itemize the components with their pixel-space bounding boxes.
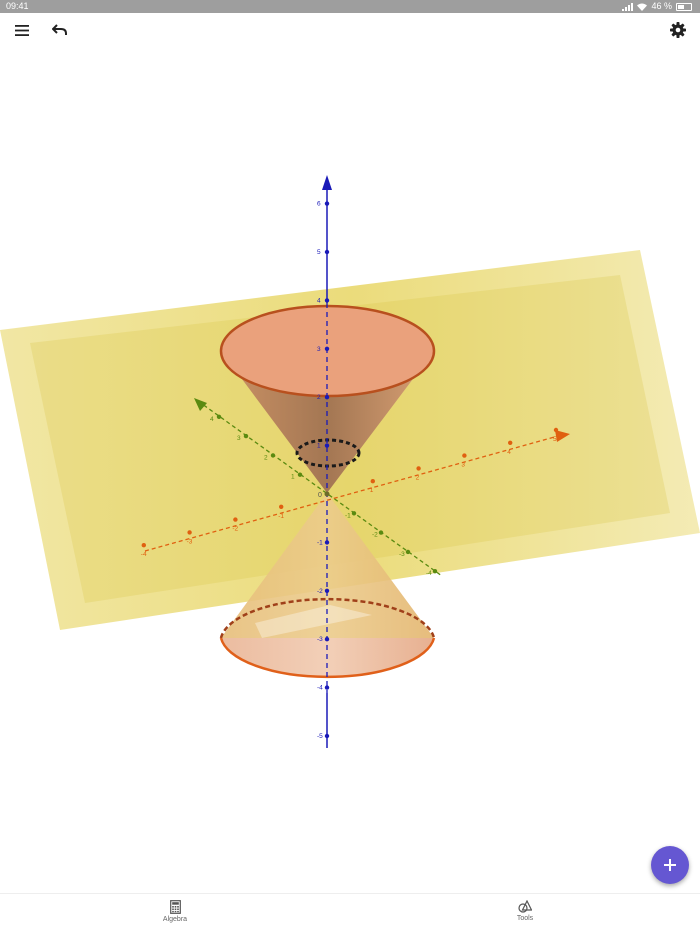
x-axis-tick-label: 4 — [507, 449, 511, 456]
z-axis-tick — [324, 685, 330, 690]
z-axis-tick-label: -2 — [317, 588, 323, 595]
x-axis-tick — [187, 530, 192, 535]
x-axis-tick-label: 2 — [416, 474, 420, 481]
x-axis-tick — [416, 466, 421, 471]
y-axis-tick — [270, 453, 276, 458]
origin-label: 0 — [318, 492, 322, 499]
z-axis-tick-label: 1 — [317, 443, 321, 450]
z-axis-tick-label: -4 — [317, 685, 323, 692]
z-axis-tick — [324, 201, 330, 206]
origin-point — [324, 491, 330, 497]
z-axis-tick — [324, 395, 330, 400]
status-bar: 09:41 46 % — [0, 0, 700, 13]
x-axis-tick — [553, 427, 559, 433]
z-axis-tick-label: -1 — [317, 539, 323, 546]
battery-percent: 46 % — [651, 1, 672, 11]
x-axis-tick — [233, 517, 238, 522]
x-axis-tick — [462, 453, 467, 458]
x-axis-tick-label: -4 — [141, 551, 147, 558]
x-axis-tick-label: -1 — [278, 513, 284, 520]
battery-icon — [676, 2, 692, 11]
y-axis-tick-label: -3 — [399, 551, 405, 558]
z-axis-tick-label: 5 — [317, 249, 321, 256]
z-axis-tick-label: 6 — [317, 201, 321, 208]
z-axis-tick — [324, 249, 330, 255]
plus-icon — [664, 859, 676, 871]
y-axis-tick — [243, 433, 249, 439]
x-axis-tick — [508, 440, 513, 445]
y-axis-tick-label: -1 — [345, 512, 351, 519]
y-axis-tick-label: 4 — [210, 416, 214, 423]
tab-tools[interactable]: Tools — [485, 900, 565, 932]
y-axis-tick — [351, 511, 357, 516]
z-axis-tick — [324, 298, 330, 303]
wifi-icon — [637, 3, 648, 11]
x-axis-tick-label: -3 — [187, 538, 193, 545]
z-axis-tick-label: -5 — [317, 733, 323, 740]
z-axis-tick — [324, 733, 330, 739]
status-indicators: 46 % — [622, 0, 692, 13]
shapes-icon — [518, 900, 532, 913]
y-axis-tick — [405, 549, 411, 555]
y-axis-tick — [432, 569, 438, 574]
z-axis-arrow-icon — [322, 175, 332, 190]
calculator-icon — [169, 900, 181, 914]
y-axis-tick-label: 2 — [264, 454, 268, 461]
x-axis-tick-label: 1 — [370, 487, 374, 494]
z-axis-tick — [324, 443, 330, 448]
x-axis-tick-label: 5 — [553, 436, 557, 443]
add-button[interactable] — [651, 846, 689, 884]
z-axis-tick — [324, 540, 330, 545]
y-axis-tick — [216, 414, 222, 419]
x-axis-tick — [370, 479, 375, 484]
z-axis-tick-label: -3 — [317, 636, 323, 643]
tab-algebra-label: Algebra — [162, 916, 188, 923]
y-axis-tick-label: -4 — [426, 570, 432, 577]
y-axis-tick-label: 1 — [291, 474, 295, 481]
z-axis-tick-label: 2 — [317, 394, 321, 401]
z-axis-tick — [324, 346, 330, 351]
y-axis-tick-label: -2 — [372, 532, 378, 539]
x-axis-tick-label: 3 — [461, 462, 465, 469]
x-axis-tick-label: -2 — [232, 526, 238, 533]
x-axis-tick — [141, 543, 146, 548]
tab-algebra[interactable]: Algebra — [135, 900, 215, 932]
status-time: 09:41 — [6, 1, 29, 11]
z-axis-tick — [324, 637, 330, 642]
tab-tools-label: Tools — [516, 915, 534, 922]
y-axis-tick — [378, 530, 384, 535]
x-axis-tick — [279, 504, 284, 509]
y-axis-tick — [297, 472, 303, 477]
y-axis-tick-label: 3 — [237, 435, 241, 442]
z-axis-tick-label: 3 — [317, 346, 321, 353]
bottom-nav: Algebra Tools — [0, 893, 700, 935]
z-axis-tick — [324, 588, 330, 593]
graphics-3d-view[interactable]: 0 -4 -3 -2 -1 1 2 3 4 5 4 3 2 1 -1 -2 -3 -4 6 5 4 3 2 1 -1 -2 -… — [0, 13, 700, 893]
z-axis-tick-label: 4 — [317, 297, 321, 304]
signal-icon — [622, 2, 634, 11]
